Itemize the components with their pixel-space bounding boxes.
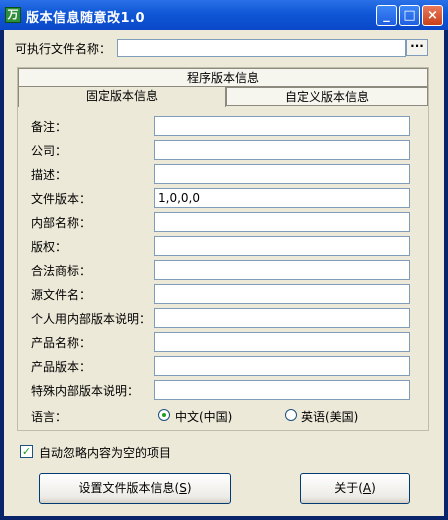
field-label: 文件版本： [31, 192, 92, 206]
field-label: 个人用内部版本说明： [31, 312, 152, 326]
main-window: 万 版本信息随意改1.0 _ □ × 可执行文件名称： ··· 程序版本信息 固… [0, 0, 448, 520]
set-version-button[interactable]: 设置文件版本信息(S) [39, 473, 231, 504]
field-label: 产品版本： [31, 360, 92, 374]
about-button-label: 关于( [334, 481, 363, 495]
radio-english[interactable] [285, 409, 297, 421]
about-button-suffix: ) [371, 481, 376, 495]
tab-fixed-version[interactable]: 固定版本信息 [18, 86, 226, 107]
field-label: 备注： [31, 120, 68, 134]
field-label: 内部名称： [31, 216, 92, 230]
auto-ignore-checkbox[interactable]: ✓ [20, 445, 33, 458]
field-label: 描述： [31, 168, 68, 182]
field-input[interactable] [154, 308, 410, 328]
field-label: 公司： [31, 144, 68, 158]
field-label: 合法商标： [31, 264, 92, 278]
field-label: 版权： [31, 240, 68, 254]
field-input[interactable] [154, 212, 410, 232]
client-area: 可执行文件名称： ··· 程序版本信息 固定版本信息 自定义版本信息 备注： 公司… [4, 30, 444, 516]
maximize-button[interactable]: □ [399, 5, 420, 26]
field-input[interactable] [154, 380, 410, 400]
field-input[interactable] [154, 356, 410, 376]
language-label: 语言： [31, 410, 68, 424]
about-button[interactable]: 关于(A) [300, 473, 410, 504]
browse-button[interactable]: ··· [406, 39, 428, 56]
field-input[interactable] [154, 140, 410, 160]
set-version-button-suffix: ) [186, 481, 192, 495]
exe-path-input[interactable] [117, 39, 406, 57]
field-input[interactable] [154, 164, 410, 184]
field-input[interactable] [154, 284, 410, 304]
set-version-accelerator: S [179, 481, 187, 495]
field-input[interactable] [154, 332, 410, 352]
about-accelerator: A [362, 481, 372, 495]
field-input[interactable] [154, 116, 410, 136]
tab-program-version[interactable]: 程序版本信息 [18, 68, 428, 87]
field-label: 特殊内部版本说明： [31, 384, 140, 398]
field-input[interactable] [154, 260, 410, 280]
window-title: 版本信息随意改1.0 [26, 11, 146, 26]
minimize-button[interactable]: _ [376, 5, 397, 26]
field-label: 源文件名： [31, 288, 92, 302]
close-button[interactable]: × [422, 5, 443, 26]
field-label: 产品名称： [31, 336, 92, 350]
tab-custom-version[interactable]: 自定义版本信息 [226, 87, 428, 106]
exe-label: 可执行文件名称： [15, 42, 112, 56]
title-bar[interactable]: 万 版本信息随意改1.0 _ □ × [0, 0, 448, 30]
radio-chinese[interactable] [158, 409, 170, 421]
auto-ignore-label[interactable]: 自动忽略内容为空的项目 [39, 444, 171, 461]
field-input[interactable] [154, 236, 410, 256]
set-version-button-label: 设置文件版本信息( [78, 481, 180, 495]
radio-chinese-label[interactable]: 中文(中国) [175, 408, 232, 425]
field-input[interactable]: 1,0,0,0 [154, 188, 410, 208]
app-icon: 万 [5, 7, 21, 23]
radio-english-label[interactable]: 英语(美国) [301, 408, 358, 425]
